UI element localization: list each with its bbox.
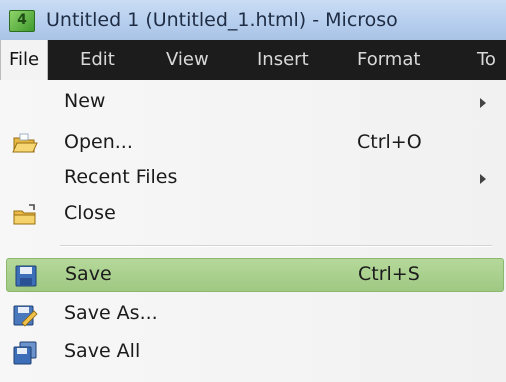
menu-item-save-as[interactable]: Save As... [0, 298, 506, 332]
menu-item-open[interactable]: Open... Ctrl+O [0, 127, 506, 161]
menu-item-label: New [64, 90, 106, 112]
menu-item-new[interactable]: New [0, 86, 506, 120]
menu-bar: File Edit View Insert Format To [0, 40, 506, 80]
menu-item-label: Recent Files [64, 166, 178, 188]
menu-item-label: Close [64, 202, 116, 224]
application-window: 4 Untitled 1 (Untitled_1.html) - Microso… [0, 0, 506, 382]
menu-item-label: Save [65, 263, 112, 285]
menu-item-label: Save All [64, 340, 141, 362]
file-menu-dropdown: New Open... Ctrl+O Recent Files Close Sa… [0, 80, 506, 382]
menu-tools[interactable]: To [477, 40, 496, 80]
floppy-disk-icon [15, 265, 37, 287]
app-icon-letter: 4 [17, 12, 27, 28]
menu-item-close[interactable]: Close [0, 198, 506, 232]
menu-format[interactable]: Format [357, 40, 420, 80]
open-folder-icon [12, 133, 38, 153]
submenu-arrow-icon [480, 98, 486, 108]
close-folder-icon [13, 204, 36, 225]
menu-item-shortcut: Ctrl+S [358, 263, 420, 285]
save-all-icon [13, 341, 37, 365]
menu-edit[interactable]: Edit [80, 40, 115, 80]
menu-insert[interactable]: Insert [257, 40, 309, 80]
title-bar: 4 Untitled 1 (Untitled_1.html) - Microso [0, 0, 506, 40]
menu-item-shortcut: Ctrl+O [357, 131, 422, 153]
menu-file[interactable]: File [0, 40, 49, 80]
menu-view[interactable]: View [166, 40, 209, 80]
save-as-icon [13, 305, 38, 327]
menu-item-save[interactable]: Save Ctrl+S [6, 258, 504, 292]
submenu-arrow-icon [480, 174, 486, 184]
app-icon[interactable]: 4 [9, 10, 35, 32]
menu-item-save-all[interactable]: Save All [0, 336, 506, 370]
menu-item-label: Open... [64, 131, 133, 153]
menu-separator [60, 245, 492, 247]
menu-item-label: Save As... [64, 302, 158, 324]
menu-item-recent-files[interactable]: Recent Files [0, 162, 506, 196]
window-title: Untitled 1 (Untitled_1.html) - Microso [46, 9, 398, 31]
